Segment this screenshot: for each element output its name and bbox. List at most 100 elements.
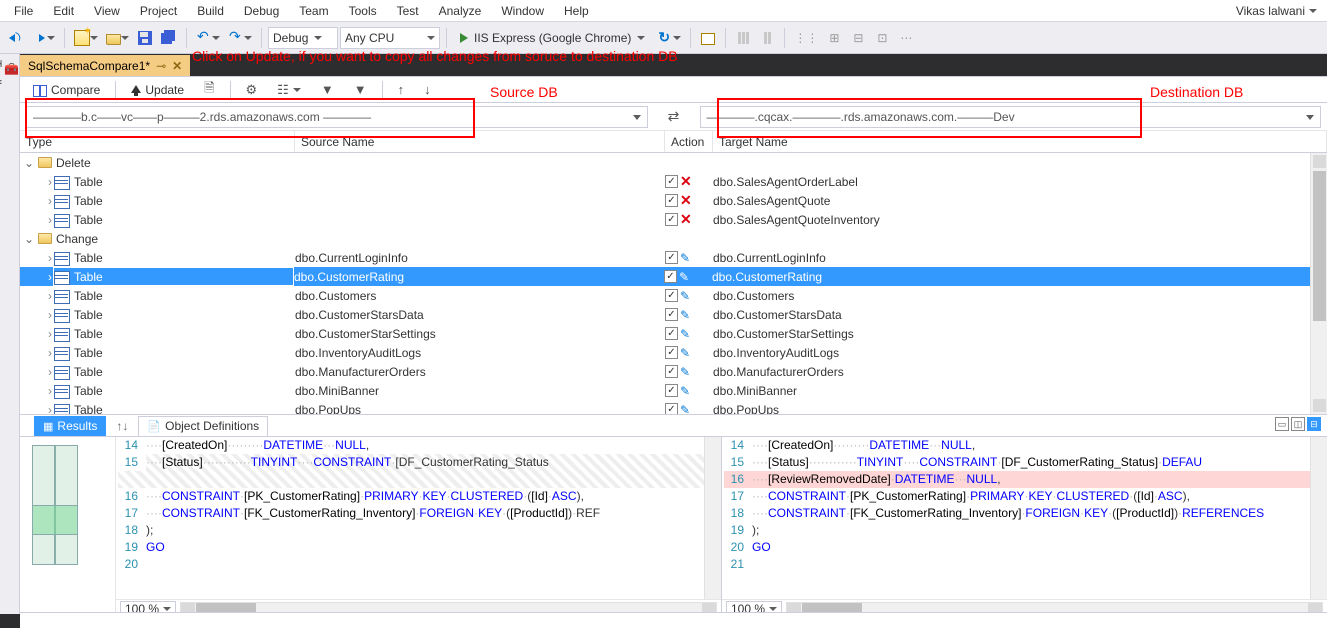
- table-row[interactable]: › Table dbo.Customers ✓✎ dbo.Customers: [20, 286, 1327, 305]
- pin-icon[interactable]: ⊸: [156, 59, 166, 73]
- action-checkbox[interactable]: ✓: [665, 327, 678, 340]
- action-checkbox[interactable]: ✓: [665, 384, 678, 397]
- table-row[interactable]: › Table dbo.PopUps ✓✎ dbo.PopUps: [20, 400, 1327, 415]
- misc-button-4[interactable]: ⊡: [871, 27, 893, 49]
- options-button[interactable]: ⚙: [237, 79, 267, 101]
- misc-button-3[interactable]: ⊟: [847, 27, 869, 49]
- expand-icon[interactable]: ›: [20, 251, 54, 265]
- align-group-1[interactable]: [732, 27, 754, 49]
- document-tab[interactable]: SqlSchemaCompare1* ⊸ ✕: [20, 55, 190, 76]
- action-checkbox[interactable]: ✓: [665, 289, 678, 302]
- column-action[interactable]: Action: [665, 131, 713, 152]
- expand-icon[interactable]: ⌄: [20, 232, 38, 246]
- view-mode-2[interactable]: ◫: [1291, 417, 1305, 431]
- expand-icon[interactable]: ›: [20, 346, 54, 360]
- expand-icon[interactable]: ›: [20, 403, 54, 416]
- group-change[interactable]: ⌄ Change: [20, 229, 1327, 248]
- menu-debug[interactable]: Debug: [234, 2, 289, 20]
- column-target-name[interactable]: Target Name: [713, 131, 1327, 152]
- table-row[interactable]: › Table dbo.ManufacturerOrders ✓✎ dbo.Ma…: [20, 362, 1327, 381]
- view-mode-3[interactable]: ⊟: [1307, 417, 1321, 431]
- undo-button[interactable]: [193, 27, 223, 49]
- close-icon[interactable]: ✕: [172, 59, 182, 73]
- redo-button[interactable]: [225, 27, 255, 49]
- filter-button[interactable]: ▼: [312, 79, 343, 101]
- expand-icon[interactable]: ›: [20, 308, 54, 322]
- update-button[interactable]: Update: [122, 79, 193, 101]
- menu-edit[interactable]: Edit: [43, 2, 84, 20]
- table-row[interactable]: › Table ✓✕ dbo.SalesAgentQuoteInventory: [20, 210, 1327, 229]
- save-button[interactable]: [134, 27, 156, 49]
- table-row[interactable]: › Table dbo.InventoryAuditLogs ✓✎ dbo.In…: [20, 343, 1327, 362]
- menu-analyze[interactable]: Analyze: [429, 2, 492, 20]
- action-checkbox[interactable]: ✓: [665, 403, 678, 415]
- column-source-name[interactable]: Source Name: [295, 131, 665, 152]
- misc-button-1[interactable]: ⋮⋮: [791, 27, 821, 49]
- action-checkbox[interactable]: ✓: [665, 251, 678, 264]
- toolbox-panel-tab[interactable]: 🧰 Toolbox: [0, 54, 20, 614]
- menu-project[interactable]: Project: [130, 2, 187, 20]
- next-diff-button[interactable]: ↓: [415, 79, 440, 101]
- expand-icon[interactable]: ›: [20, 175, 54, 189]
- source-code[interactable]: 14····[CreatedOn]·········DATETIME···NUL…: [116, 437, 721, 599]
- expand-icon[interactable]: ›: [20, 213, 54, 227]
- run-button[interactable]: IIS Express (Google Chrome): [453, 27, 652, 49]
- menu-tools[interactable]: Tools: [339, 2, 387, 20]
- object-definitions-tab[interactable]: 📄Object Definitions: [138, 416, 268, 436]
- table-row[interactable]: › Table dbo.CustomerStarSettings ✓✎ dbo.…: [20, 324, 1327, 343]
- expand-icon[interactable]: ⌄: [20, 156, 38, 170]
- table-row[interactable]: › Table dbo.MiniBanner ✓✎ dbo.MiniBanner: [20, 381, 1327, 400]
- prev-diff-button[interactable]: ↑: [389, 79, 414, 101]
- menu-view[interactable]: View: [84, 2, 130, 20]
- table-row[interactable]: › Table ✓✕ dbo.SalesAgentOrderLabel: [20, 172, 1327, 191]
- new-project-button[interactable]: [71, 27, 101, 49]
- platform-dropdown[interactable]: Any CPU: [340, 27, 440, 49]
- browser-refresh-button[interactable]: [654, 27, 684, 49]
- nav-forward-button[interactable]: [28, 27, 58, 49]
- diff-overview-gutter[interactable]: [20, 437, 116, 617]
- open-button[interactable]: [103, 27, 132, 49]
- action-checkbox[interactable]: ✓: [665, 175, 678, 188]
- generate-script-button[interactable]: 🗎: [195, 79, 223, 101]
- vertical-scrollbar[interactable]: [704, 437, 721, 599]
- nav-back-button[interactable]: [4, 27, 26, 49]
- view-mode-1[interactable]: ▭: [1275, 417, 1289, 431]
- group-button[interactable]: ☷: [268, 79, 310, 101]
- menu-team[interactable]: Team: [289, 2, 338, 20]
- step-button[interactable]: [697, 27, 719, 49]
- destination-connection-dropdown[interactable]: ————.cqcax.————.rds.amazonaws.com.———Dev: [700, 106, 1322, 128]
- tab-nav-buttons[interactable]: ↑↓: [116, 419, 128, 433]
- expand-icon[interactable]: ›: [20, 289, 54, 303]
- menu-help[interactable]: Help: [554, 2, 599, 20]
- menu-window[interactable]: Window: [491, 2, 554, 20]
- expand-icon[interactable]: ›: [20, 365, 54, 379]
- results-tab[interactable]: ▦Results: [34, 416, 106, 436]
- action-checkbox[interactable]: ✓: [664, 270, 677, 283]
- results-grid[interactable]: ⌄ Delete › Table ✓✕ dbo.SalesAgentOrderL…: [20, 153, 1327, 415]
- filter2-button[interactable]: ▼: [345, 79, 376, 101]
- configuration-dropdown[interactable]: Debug: [268, 27, 338, 49]
- action-checkbox[interactable]: ✓: [665, 346, 678, 359]
- target-code[interactable]: 14····[CreatedOn]·········DATETIME···NUL…: [722, 437, 1327, 599]
- table-row[interactable]: › Table dbo.CustomerStarsData ✓✎ dbo.Cus…: [20, 305, 1327, 324]
- action-checkbox[interactable]: ✓: [665, 308, 678, 321]
- misc-button-5[interactable]: ⋯: [895, 27, 917, 49]
- misc-button-2[interactable]: ⊞: [823, 27, 845, 49]
- expand-icon[interactable]: ›: [20, 194, 54, 208]
- user-name[interactable]: Vikas lalwani: [1236, 4, 1323, 18]
- source-connection-dropdown[interactable]: ————b.c——vc——p———2.rds.amazonaws.com ———…: [26, 106, 648, 128]
- vertical-scrollbar[interactable]: [1310, 437, 1327, 599]
- action-checkbox[interactable]: ✓: [665, 365, 678, 378]
- scrollbar-thumb[interactable]: [1313, 171, 1326, 321]
- table-row[interactable]: › Table dbo.CustomerRating ✓✎ dbo.Custom…: [20, 267, 1327, 286]
- column-type[interactable]: Type: [20, 131, 295, 152]
- grid-scrollbar[interactable]: [1310, 153, 1327, 414]
- align-group-2[interactable]: [756, 27, 778, 49]
- expand-icon[interactable]: ›: [20, 384, 54, 398]
- swap-button[interactable]: ⇄: [654, 108, 694, 125]
- group-delete[interactable]: ⌄ Delete: [20, 153, 1327, 172]
- save-all-button[interactable]: [158, 27, 180, 49]
- table-row[interactable]: › Table ✓✕ dbo.SalesAgentQuote: [20, 191, 1327, 210]
- action-checkbox[interactable]: ✓: [665, 194, 678, 207]
- action-checkbox[interactable]: ✓: [665, 213, 678, 226]
